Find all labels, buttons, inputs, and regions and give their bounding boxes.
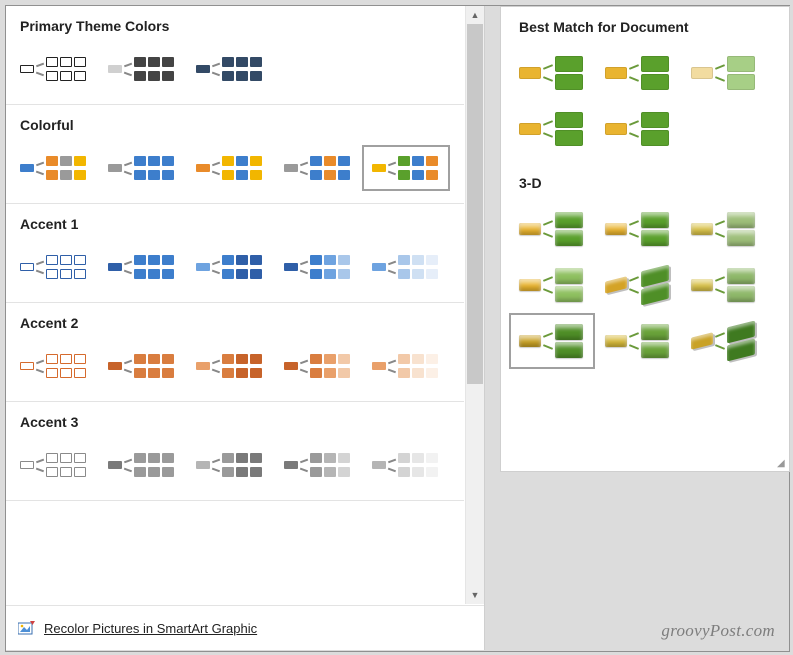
color-variation-thumb[interactable] xyxy=(186,145,274,191)
gallery-footer: Recolor Pictures in SmartArt Graphic xyxy=(6,605,484,650)
color-variation-thumb[interactable] xyxy=(274,442,362,488)
color-variation-thumb[interactable] xyxy=(362,442,450,488)
style-variation-thumb[interactable] xyxy=(681,45,767,101)
style-thumbs-grid xyxy=(501,201,789,375)
style-variation-thumb[interactable] xyxy=(595,45,681,101)
style-variation-thumb[interactable] xyxy=(681,201,767,257)
scroll-thumb[interactable] xyxy=(467,24,483,384)
style-variation-thumb[interactable] xyxy=(681,257,767,313)
style-section-header: Best Match for Document xyxy=(501,7,789,45)
color-variation-thumb[interactable] xyxy=(362,244,450,290)
section-header: Accent 3 xyxy=(6,412,464,442)
style-variation-thumb[interactable] xyxy=(509,257,595,313)
color-variation-thumb[interactable] xyxy=(98,343,186,389)
thumbs-row xyxy=(6,244,464,294)
color-variation-thumb[interactable] xyxy=(274,343,362,389)
style-thumbs-grid xyxy=(501,45,789,163)
resize-grip[interactable]: ◢ xyxy=(777,459,787,469)
recolor-pictures-link[interactable]: Recolor Pictures in SmartArt Graphic xyxy=(44,621,257,636)
color-variation-thumb[interactable] xyxy=(10,46,98,92)
thumbs-row xyxy=(6,46,464,96)
color-variation-thumb[interactable] xyxy=(186,244,274,290)
scroll-track[interactable] xyxy=(466,24,484,586)
section-header: Accent 2 xyxy=(6,313,464,343)
vertical-scrollbar[interactable]: ▲ ▼ xyxy=(465,6,484,604)
thumbs-row xyxy=(6,145,464,195)
watermark-text: groovyPost.com xyxy=(661,621,775,641)
color-variation-thumb[interactable] xyxy=(186,46,274,92)
style-variation-thumb[interactable] xyxy=(509,313,595,369)
style-variation-thumb[interactable] xyxy=(681,313,767,369)
color-section: Primary Theme Colors xyxy=(6,6,464,105)
color-variation-thumb[interactable] xyxy=(98,442,186,488)
color-variation-thumb[interactable] xyxy=(98,46,186,92)
section-header: Accent 1 xyxy=(6,214,464,244)
section-header: Primary Theme Colors xyxy=(6,16,464,46)
style-section-header: 3-D xyxy=(501,163,789,201)
color-variation-thumb[interactable] xyxy=(10,343,98,389)
style-variation-thumb[interactable] xyxy=(595,313,681,369)
color-variation-thumb[interactable] xyxy=(98,244,186,290)
style-variation-thumb[interactable] xyxy=(595,257,681,313)
color-section: Accent 1 xyxy=(6,204,464,303)
color-variation-thumb[interactable] xyxy=(274,244,362,290)
color-section: Accent 2 xyxy=(6,303,464,402)
color-gallery-scroll: Primary Theme Colors Colorful Accent 1 Acce… xyxy=(6,6,464,604)
color-variation-thumb[interactable] xyxy=(186,442,274,488)
section-header: Colorful xyxy=(6,115,464,145)
color-section: Accent 3 xyxy=(6,402,464,501)
color-variation-thumb[interactable] xyxy=(10,244,98,290)
recolor-picture-icon xyxy=(18,620,36,636)
scroll-down-button[interactable]: ▼ xyxy=(466,586,484,604)
scroll-up-button[interactable]: ▲ xyxy=(466,6,484,24)
color-section: Colorful xyxy=(6,105,464,204)
style-variation-thumb[interactable] xyxy=(509,201,595,257)
style-variation-thumb[interactable] xyxy=(509,101,595,157)
style-variation-thumb[interactable] xyxy=(595,101,681,157)
style-variation-thumb[interactable] xyxy=(509,45,595,101)
thumbs-row xyxy=(6,343,464,393)
color-variation-thumb[interactable] xyxy=(10,442,98,488)
color-variation-thumb[interactable] xyxy=(362,343,450,389)
thumbs-row xyxy=(6,442,464,492)
color-variation-thumb[interactable] xyxy=(362,145,450,191)
color-gallery-panel: Primary Theme Colors Colorful Accent 1 Acce… xyxy=(6,6,485,650)
style-gallery-scroll: Best Match for Document 3-D xyxy=(501,7,789,375)
style-variation-thumb[interactable] xyxy=(595,201,681,257)
style-gallery-panel: Best Match for Document 3-D ◢ xyxy=(500,6,790,472)
color-variation-thumb[interactable] xyxy=(274,145,362,191)
color-variation-thumb[interactable] xyxy=(10,145,98,191)
color-variation-thumb[interactable] xyxy=(98,145,186,191)
color-variation-thumb[interactable] xyxy=(186,343,274,389)
app-frame: Primary Theme Colors Colorful Accent 1 Acce… xyxy=(5,5,790,652)
